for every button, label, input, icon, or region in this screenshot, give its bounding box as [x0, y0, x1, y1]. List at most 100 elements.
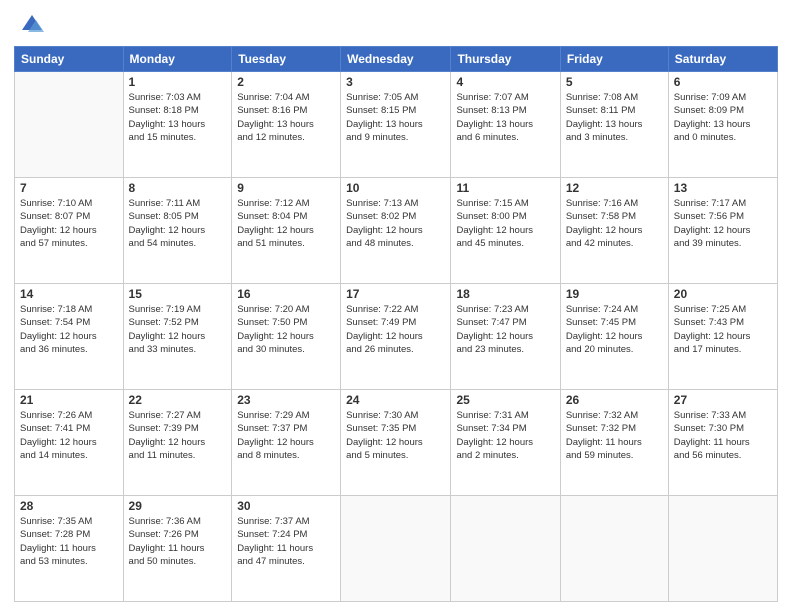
day-number: 14 [20, 287, 118, 301]
day-info: Sunrise: 7:11 AM Sunset: 8:05 PM Dayligh… [129, 197, 227, 250]
weekday-header: Monday [123, 47, 232, 72]
day-number: 30 [237, 499, 335, 513]
logo-icon [14, 10, 44, 40]
day-number: 29 [129, 499, 227, 513]
calendar-cell: 11 Sunrise: 7:15 AM Sunset: 8:00 PM Dayli… [451, 178, 560, 284]
day-info: Sunrise: 7:35 AM Sunset: 7:28 PM Dayligh… [20, 515, 118, 568]
calendar-cell: 12Sunrise: 7:16 AM Sunset: 7:58 PM Dayli… [560, 178, 668, 284]
calendar-cell: 26Sunrise: 7:32 AM Sunset: 7:32 PM Dayli… [560, 390, 668, 496]
day-info: Sunrise: 7:29 AM Sunset: 7:37 PM Dayligh… [237, 409, 335, 462]
calendar-cell: 2 Sunrise: 7:04 AM Sunset: 8:16 PM Daylig… [232, 72, 341, 178]
calendar-cell: 1 Sunrise: 7:03 AM Sunset: 8:18 PM Daylig… [123, 72, 232, 178]
day-info: Sunrise: 7:08 AM Sunset: 8:11 PM Dayligh… [566, 91, 663, 144]
calendar-cell: 13 Sunrise: 7:17 AM Sunset: 7:56 PM Dayli… [668, 178, 777, 284]
weekday-header: Wednesday [341, 47, 451, 72]
calendar-cell: 30 Sunrise: 7:37 AM Sunset: 7:24 PM Dayli… [232, 496, 341, 602]
day-number: 6 [674, 75, 772, 89]
calendar-week-row: 7 Sunrise: 7:10 AM Sunset: 8:07 PM Daylig… [15, 178, 778, 284]
day-number: 21 [20, 393, 118, 407]
day-number: 4 [456, 75, 554, 89]
day-number: 8 [129, 181, 227, 195]
day-number: 20 [674, 287, 772, 301]
calendar-cell: 21 Sunrise: 7:26 AM Sunset: 7:41 PM Dayli… [15, 390, 124, 496]
day-info: Sunrise: 7:27 AM Sunset: 7:39 PM Dayligh… [129, 409, 227, 462]
day-number: 27 [674, 393, 772, 407]
calendar-cell [560, 496, 668, 602]
day-info: Sunrise: 7:16 AM Sunset: 7:58 PM Dayligh… [566, 197, 663, 250]
day-info: Sunrise: 7:15 AM Sunset: 8:00 PM Dayligh… [456, 197, 554, 250]
day-number: 5 [566, 75, 663, 89]
day-number: 28 [20, 499, 118, 513]
day-number: 25 [456, 393, 554, 407]
day-number: 11 [456, 181, 554, 195]
day-number: 1 [129, 75, 227, 89]
calendar-header: SundayMondayTuesdayWednesdayThursdayFrid… [15, 47, 778, 72]
day-number: 9 [237, 181, 335, 195]
day-info: Sunrise: 7:33 AM Sunset: 7:30 PM Dayligh… [674, 409, 772, 462]
weekday-header: Saturday [668, 47, 777, 72]
calendar-cell: 4 Sunrise: 7:07 AM Sunset: 8:13 PM Daylig… [451, 72, 560, 178]
day-number: 19 [566, 287, 663, 301]
day-info: Sunrise: 7:07 AM Sunset: 8:13 PM Dayligh… [456, 91, 554, 144]
calendar-cell: 15 Sunrise: 7:19 AM Sunset: 7:52 PM Dayli… [123, 284, 232, 390]
calendar-cell: 29Sunrise: 7:36 AM Sunset: 7:26 PM Dayli… [123, 496, 232, 602]
day-info: Sunrise: 7:20 AM Sunset: 7:50 PM Dayligh… [237, 303, 335, 356]
day-info: Sunrise: 7:03 AM Sunset: 8:18 PM Dayligh… [129, 91, 227, 144]
day-number: 16 [237, 287, 335, 301]
day-info: Sunrise: 7:31 AM Sunset: 7:34 PM Dayligh… [456, 409, 554, 462]
day-info: Sunrise: 7:30 AM Sunset: 7:35 PM Dayligh… [346, 409, 445, 462]
day-info: Sunrise: 7:37 AM Sunset: 7:24 PM Dayligh… [237, 515, 335, 568]
day-info: Sunrise: 7:24 AM Sunset: 7:45 PM Dayligh… [566, 303, 663, 356]
day-number: 13 [674, 181, 772, 195]
calendar-cell: 28 Sunrise: 7:35 AM Sunset: 7:28 PM Dayli… [15, 496, 124, 602]
day-info: Sunrise: 7:12 AM Sunset: 8:04 PM Dayligh… [237, 197, 335, 250]
calendar-body: 1 Sunrise: 7:03 AM Sunset: 8:18 PM Daylig… [15, 72, 778, 602]
header [14, 10, 778, 40]
day-info: Sunrise: 7:04 AM Sunset: 8:16 PM Dayligh… [237, 91, 335, 144]
calendar-cell: 24 Sunrise: 7:30 AM Sunset: 7:35 PM Dayli… [341, 390, 451, 496]
day-info: Sunrise: 7:23 AM Sunset: 7:47 PM Dayligh… [456, 303, 554, 356]
weekday-header: Sunday [15, 47, 124, 72]
day-number: 18 [456, 287, 554, 301]
calendar-week-row: 21 Sunrise: 7:26 AM Sunset: 7:41 PM Dayli… [15, 390, 778, 496]
calendar-cell: 5 Sunrise: 7:08 AM Sunset: 8:11 PM Daylig… [560, 72, 668, 178]
weekday-header: Thursday [451, 47, 560, 72]
day-number: 2 [237, 75, 335, 89]
day-info: Sunrise: 7:17 AM Sunset: 7:56 PM Dayligh… [674, 197, 772, 250]
day-number: 10 [346, 181, 445, 195]
day-number: 3 [346, 75, 445, 89]
calendar-cell: 7 Sunrise: 7:10 AM Sunset: 8:07 PM Daylig… [15, 178, 124, 284]
calendar-cell: 10 Sunrise: 7:13 AM Sunset: 8:02 PM Dayli… [341, 178, 451, 284]
calendar-cell: 3 Sunrise: 7:05 AM Sunset: 8:15 PM Daylig… [341, 72, 451, 178]
day-number: 7 [20, 181, 118, 195]
day-info: Sunrise: 7:22 AM Sunset: 7:49 PM Dayligh… [346, 303, 445, 356]
weekday-header: Tuesday [232, 47, 341, 72]
day-number: 15 [129, 287, 227, 301]
calendar-week-row: 14 Sunrise: 7:18 AM Sunset: 7:54 PM Dayli… [15, 284, 778, 390]
calendar-table: SundayMondayTuesdayWednesdayThursdayFrid… [14, 46, 778, 602]
calendar-cell: 23Sunrise: 7:29 AM Sunset: 7:37 PM Dayli… [232, 390, 341, 496]
day-info: Sunrise: 7:13 AM Sunset: 8:02 PM Dayligh… [346, 197, 445, 250]
calendar-cell [341, 496, 451, 602]
day-info: Sunrise: 7:26 AM Sunset: 7:41 PM Dayligh… [20, 409, 118, 462]
calendar-cell: 27 Sunrise: 7:33 AM Sunset: 7:30 PM Dayli… [668, 390, 777, 496]
day-info: Sunrise: 7:05 AM Sunset: 8:15 PM Dayligh… [346, 91, 445, 144]
day-number: 24 [346, 393, 445, 407]
day-info: Sunrise: 7:19 AM Sunset: 7:52 PM Dayligh… [129, 303, 227, 356]
calendar-cell: 17 Sunrise: 7:22 AM Sunset: 7:49 PM Dayli… [341, 284, 451, 390]
calendar-cell: 9 Sunrise: 7:12 AM Sunset: 8:04 PM Daylig… [232, 178, 341, 284]
day-number: 17 [346, 287, 445, 301]
day-number: 26 [566, 393, 663, 407]
day-number: 22 [129, 393, 227, 407]
calendar-cell: 19 Sunrise: 7:24 AM Sunset: 7:45 PM Dayli… [560, 284, 668, 390]
day-info: Sunrise: 7:25 AM Sunset: 7:43 PM Dayligh… [674, 303, 772, 356]
day-info: Sunrise: 7:18 AM Sunset: 7:54 PM Dayligh… [20, 303, 118, 356]
calendar-cell [451, 496, 560, 602]
calendar-cell: 6 Sunrise: 7:09 AM Sunset: 8:09 PM Daylig… [668, 72, 777, 178]
calendar-cell [668, 496, 777, 602]
calendar-cell: 18 Sunrise: 7:23 AM Sunset: 7:47 PM Dayli… [451, 284, 560, 390]
day-info: Sunrise: 7:10 AM Sunset: 8:07 PM Dayligh… [20, 197, 118, 250]
calendar-cell: 8 Sunrise: 7:11 AM Sunset: 8:05 PM Daylig… [123, 178, 232, 284]
day-info: Sunrise: 7:09 AM Sunset: 8:09 PM Dayligh… [674, 91, 772, 144]
calendar-cell: 25 Sunrise: 7:31 AM Sunset: 7:34 PM Dayli… [451, 390, 560, 496]
